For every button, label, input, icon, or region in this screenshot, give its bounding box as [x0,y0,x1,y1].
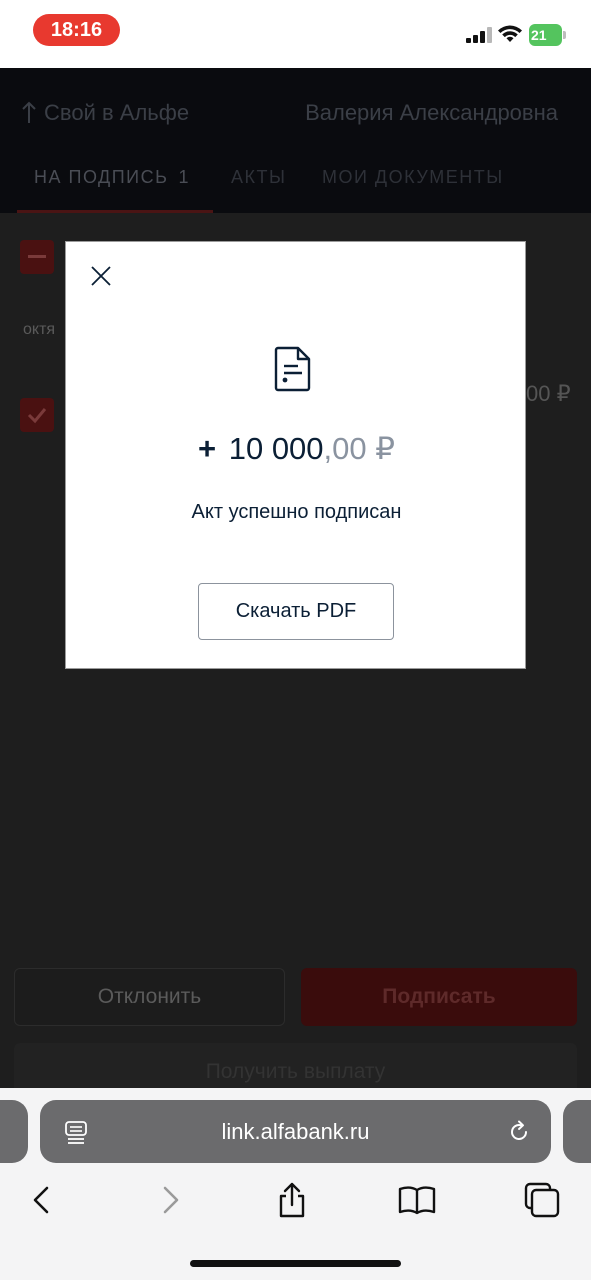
next-tab-preview[interactable] [563,1100,591,1163]
bookmarks-icon[interactable] [397,1180,437,1220]
browser-toolbar: link.alfabank.ru [0,1088,591,1280]
tab-to-sign-badge: 1 [178,167,190,187]
url-text: link.alfabank.ru [221,1119,370,1144]
success-message: Акт успешно подписан [191,501,402,523]
cellular-signal-icon [466,27,492,43]
document-icon [274,346,311,392]
amount-sign: + [197,431,217,466]
tab-acts[interactable]: АКТЫ [231,160,286,194]
address-bar[interactable]: link.alfabank.ru [40,1100,551,1163]
download-pdf-button[interactable]: Скачать PDF [198,583,394,640]
decline-button[interactable]: Отклонить [14,968,285,1026]
previous-tab-preview[interactable] [0,1100,28,1163]
user-name[interactable]: Валерия Александровна [305,98,558,128]
reload-icon[interactable] [507,1120,531,1144]
arrow-up-icon [22,101,36,123]
status-bar: 18:16 21 [0,0,591,68]
document-amount: 00 ₽ [526,381,571,406]
signed-amount: + 10 000,00 ₽ [66,429,527,469]
month-label: октя [23,321,56,338]
amount-currency: ₽ [375,431,396,466]
home-indicator [190,1260,401,1267]
select-all-checkbox[interactable] [20,240,54,274]
tabs-icon[interactable] [522,1180,562,1220]
tab-my-documents[interactable]: МОИ ДОКУМЕНТЫ [322,160,504,194]
battery-cap [563,31,566,39]
document-checkbox[interactable] [20,398,54,432]
tab-to-sign-label: НА ПОДПИСЬ [34,167,169,187]
wifi-icon [498,25,522,42]
back-icon[interactable] [22,1180,62,1220]
back-link-label: Свой в Альфе [44,100,190,125]
back-link[interactable]: Свой в Альфе [20,98,189,128]
tab-bar: НА ПОДПИСЬ 1 АКТЫ МОИ ДОКУМЕНТЫ [0,160,591,213]
battery-indicator: 21 [529,24,567,46]
battery-level: 21 [529,24,562,46]
success-modal: + 10 000,00 ₽ Акт успешно подписан Скача… [65,241,526,669]
sign-button[interactable]: Подписать [301,968,577,1026]
forward-icon[interactable] [150,1180,190,1220]
close-icon[interactable] [90,265,112,287]
amount-cents: ,00 [323,431,367,466]
checkmark-icon [27,408,47,424]
tab-to-sign[interactable]: НА ПОДПИСЬ 1 [34,160,190,194]
share-icon[interactable] [272,1180,312,1220]
amount-integer: 10 000 [228,431,324,466]
status-time: 18:16 [33,14,120,46]
